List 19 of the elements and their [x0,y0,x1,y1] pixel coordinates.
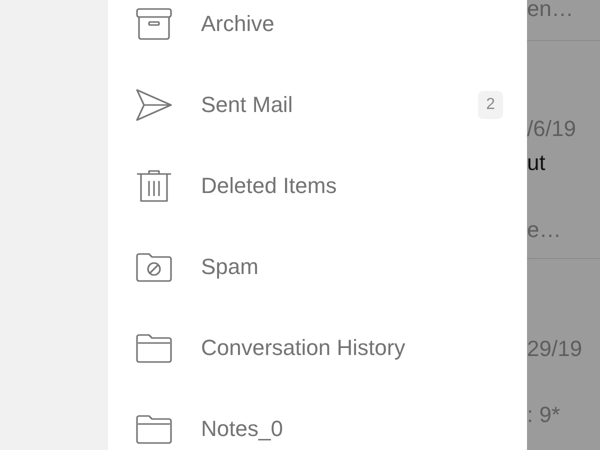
folder-item[interactable]: Conversation History [108,307,527,388]
folder-name: Notes_0 [201,416,284,442]
folder-item[interactable]: Notes_0 [108,388,527,450]
folder-name: Deleted Items [201,172,338,198]
message-subject: ut [527,150,546,176]
folder-name: Conversation History [201,334,406,360]
folder-item[interactable]: Archive [108,0,527,64]
folder-name: Sent Mail [201,92,294,118]
message-preview: : 9* [527,402,560,428]
folder-item[interactable]: Sent Mail 2 [108,64,527,145]
folder-item[interactable]: Spam [108,226,527,307]
message-preview: e… [527,217,562,243]
folder-name: Archive [201,10,276,36]
message-date: 29/19 [527,336,582,362]
folder-item[interactable]: Deleted Items [108,145,527,226]
message-date: /6/19 [527,116,576,142]
folder-name: Spam [201,254,260,280]
unread-count: 2 [478,90,503,118]
message-preview: en… [527,0,574,22]
